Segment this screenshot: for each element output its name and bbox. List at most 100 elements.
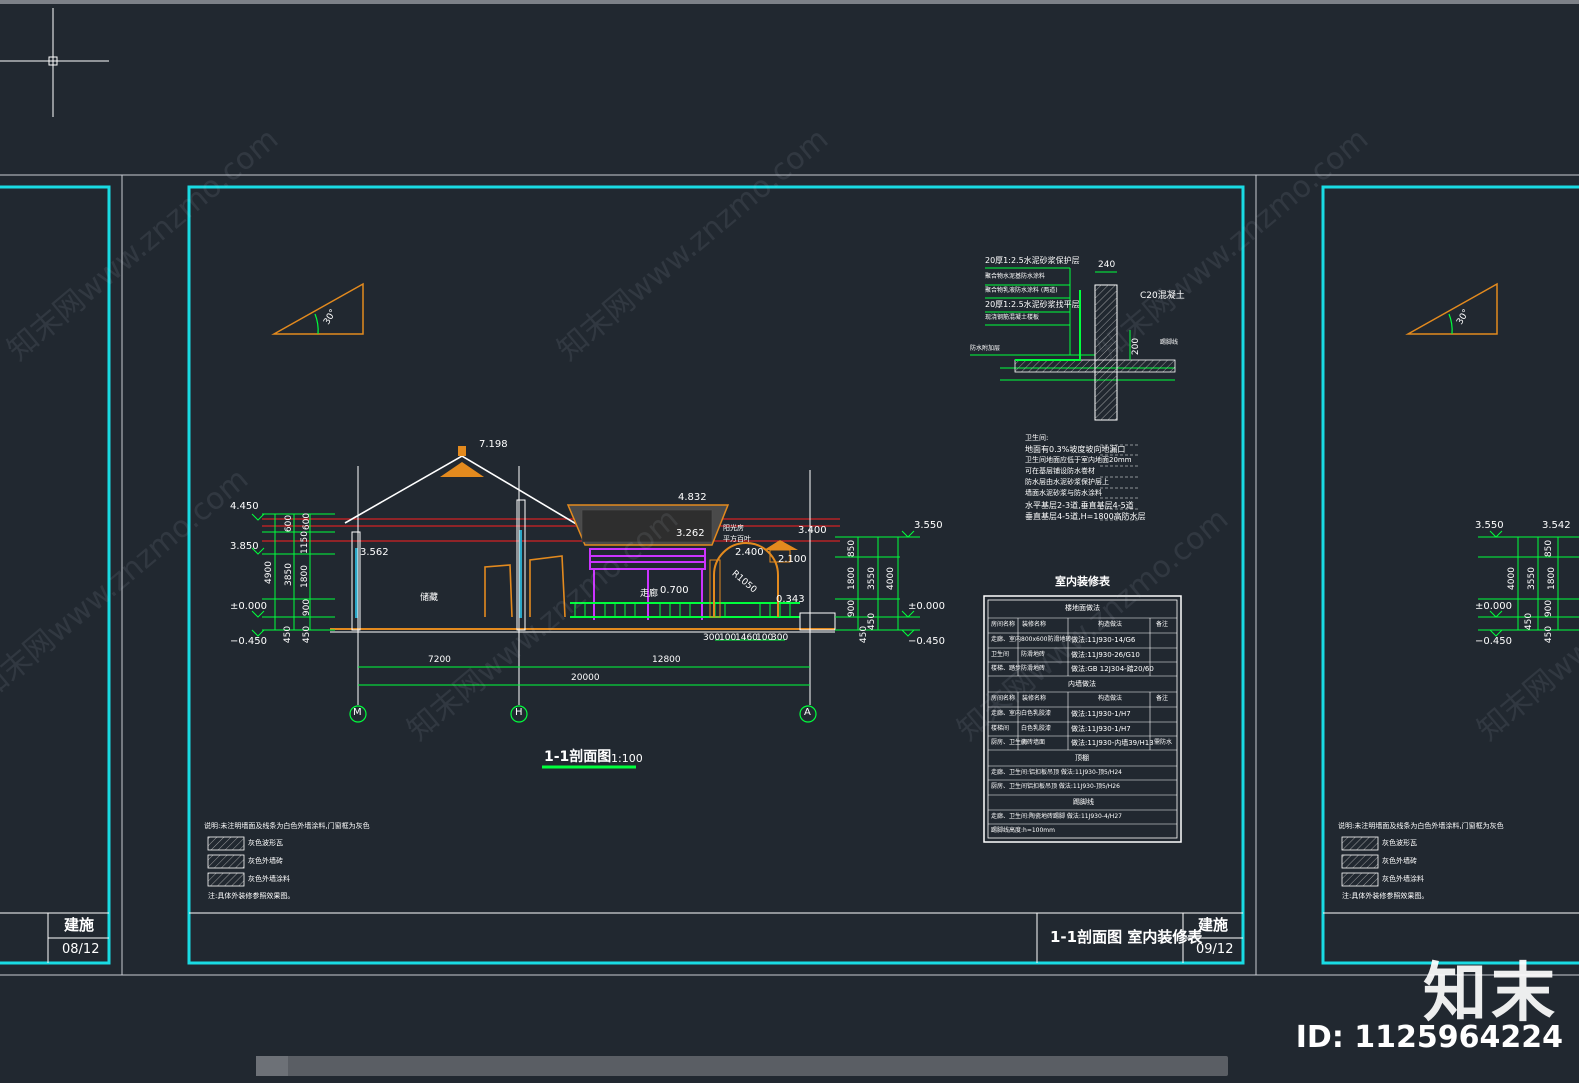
table-header: 装修名称 [1022,695,1047,702]
axis-dim: 20000 [571,673,600,683]
dim-label: 450 [283,625,294,644]
table-cell: 做法:11J930-14/G6 [1071,636,1136,644]
dim-label: 850 [847,539,858,558]
table-cell: 走廊、卫生间:陶瓷地砖踢脚 做法:11J930-4/H27 [991,813,1122,820]
table-section: 内墙做法 [1068,680,1096,688]
brand-id: ID: 1125964224 [1295,1020,1563,1055]
elevation-label: 4.450 [230,501,259,512]
legend-item: 灰色外墙砖 [248,857,283,865]
dim-label: 850 [1544,539,1555,558]
window-top-border [0,0,1579,4]
spec-line: 墙面水泥砂浆与防水涂料 [1025,489,1102,497]
dim-label: 1460 [735,633,758,643]
elevation-label: ±0.000 [1475,601,1513,612]
table-cell: 做法:GB 12J304-踏20/60 [1071,665,1154,673]
sheet-code-center: 建施 [1198,916,1229,934]
dim-label: 900 [302,598,313,617]
horizontal-scrollbar[interactable] [256,1056,1228,1076]
table-cell: 楼梯、踏步 [991,665,1022,672]
detail-note: 现浇钢筋混凝土楼板 [985,314,1040,321]
annotation-label: 平方百叶 [723,535,751,543]
scrollbar-thumb[interactable] [256,1056,288,1076]
table-cell: 走廊、室内 [991,710,1022,717]
axis-dim: 7200 [428,655,451,665]
detail-dim: 200 [1131,337,1142,356]
detail-label: 踢脚线 [1160,339,1179,346]
table-cell: 瓷砖墙面 [1021,739,1046,746]
sheet-title-block: 1-1剖面图 室内装修表 [1050,928,1203,946]
table-header: 备注 [1156,621,1169,628]
dim-label: 1800 [846,567,857,590]
table-cell: 800x600防滑地砖 [1021,636,1072,643]
legend-note: 说明:未注明墙面及线条为白色外墙涂料,门窗框为灰色 [204,822,370,830]
elevation-mark: 3.262 [676,528,705,539]
table-cell: 做法:11J930-26/G10 [1071,651,1140,659]
dim-label: 3550 [866,567,877,590]
dim-label: 300 [703,633,721,643]
dim-label: 450 [302,625,313,644]
elevation-label: ±0.000 [230,601,268,612]
elevation-mark: 3.542 [1542,520,1571,531]
elevation-label: ±0.000 [908,601,946,612]
elevation-mark: 3.562 [360,547,389,558]
legend-item: 灰色外墙砖 [1382,857,1417,865]
detail-note: 聚合物乳液防水涂料 (两道) [985,287,1058,294]
table-cell: 做法:11J930-内墙39/H13 [1071,739,1154,747]
detail-label: C20混凝土 [1140,291,1185,301]
angle-triangle-center [271,282,364,335]
table-cell: 厨房、卫生间铝扣板吊顶 做法:11J930-顶5/H26 [991,783,1120,790]
table-header: 房间名称 [991,695,1016,702]
table-cell: 需防水 [1154,739,1173,746]
spec-line: 地面有0.3%坡度坡向地漏口 [1025,445,1126,454]
axis-label: M [353,707,362,718]
elevation-label: −0.450 [908,636,946,647]
axis-dim: 12800 [652,655,681,665]
sheet-page-center: 09/12 [1196,942,1234,957]
angle-triangle-right [1405,282,1498,335]
elevation-label: −0.450 [230,636,268,647]
elevation-label: 3.550 [1475,520,1504,531]
table-cell: 防滑地砖 [1021,651,1046,658]
axis-label: H [515,707,523,718]
table-cell: 白色乳胶漆 [1021,710,1052,717]
elevation-mark: 0.700 [660,585,689,596]
table-cell: 白色乳胶漆 [1021,725,1052,732]
table-header: 备注 [1156,695,1169,702]
table-cell: 走廊、卫生间:铝扣板吊顶 做法:11J930-顶5/H24 [991,769,1122,776]
table-section: 踢脚线 [1073,798,1094,806]
title-block-lines [0,912,1579,963]
spec-line: 防水层由水泥砂浆保护层上 [1025,478,1109,486]
section-title: 1-1剖面图 [544,749,612,765]
dim-label: 1800 [299,565,310,588]
dim-label: 1150 [299,531,310,554]
legend-note: 说明:未注明墙面及线条为白色外墙涂料,门窗框为灰色 [1338,822,1504,830]
dim-label: 450 [867,612,878,631]
table-cell: 楼梯间 [991,725,1010,732]
legend-item: 灰色波形瓦 [1382,839,1417,847]
legend-footer: 注:具体外装修参照效果图。 [208,892,295,900]
detail-label: 防水附加层 [970,345,1001,352]
spec-title: 卫生间: [1025,434,1049,442]
table-section: 顶棚 [1075,754,1089,762]
elevation-mark: 2.400 [735,547,764,558]
legend-footer: 注:具体外装修参照效果图。 [1342,892,1429,900]
dim-label: 4000 [1506,567,1517,590]
legend-item: 灰色外墙涂料 [1382,875,1424,883]
detail-dim: 240 [1098,260,1116,270]
dim-label: 4900 [263,561,274,584]
elevation-mark: 4.832 [678,492,707,503]
table-cell: 卫生间 [991,651,1010,658]
table-header: 装修名称 [1022,621,1047,628]
table-header: 构造做法 [1098,695,1123,702]
elevation-label: 3.550 [914,520,943,531]
legend-swatches [207,836,1379,887]
dim-label: 3550 [1526,567,1537,590]
dim-label: 1800 [1546,567,1557,590]
dim-label: 600 [284,514,295,533]
crosshair-cursor [0,8,109,117]
spec-line: 垂直基层4-5道,H=1800高防水层 [1025,512,1146,521]
room-label: 储藏 [420,593,439,603]
elevation-mark: 3.400 [798,525,827,536]
dim-label: 4000 [885,567,896,590]
table-cell: 做法:11J930-1/H7 [1071,725,1131,733]
